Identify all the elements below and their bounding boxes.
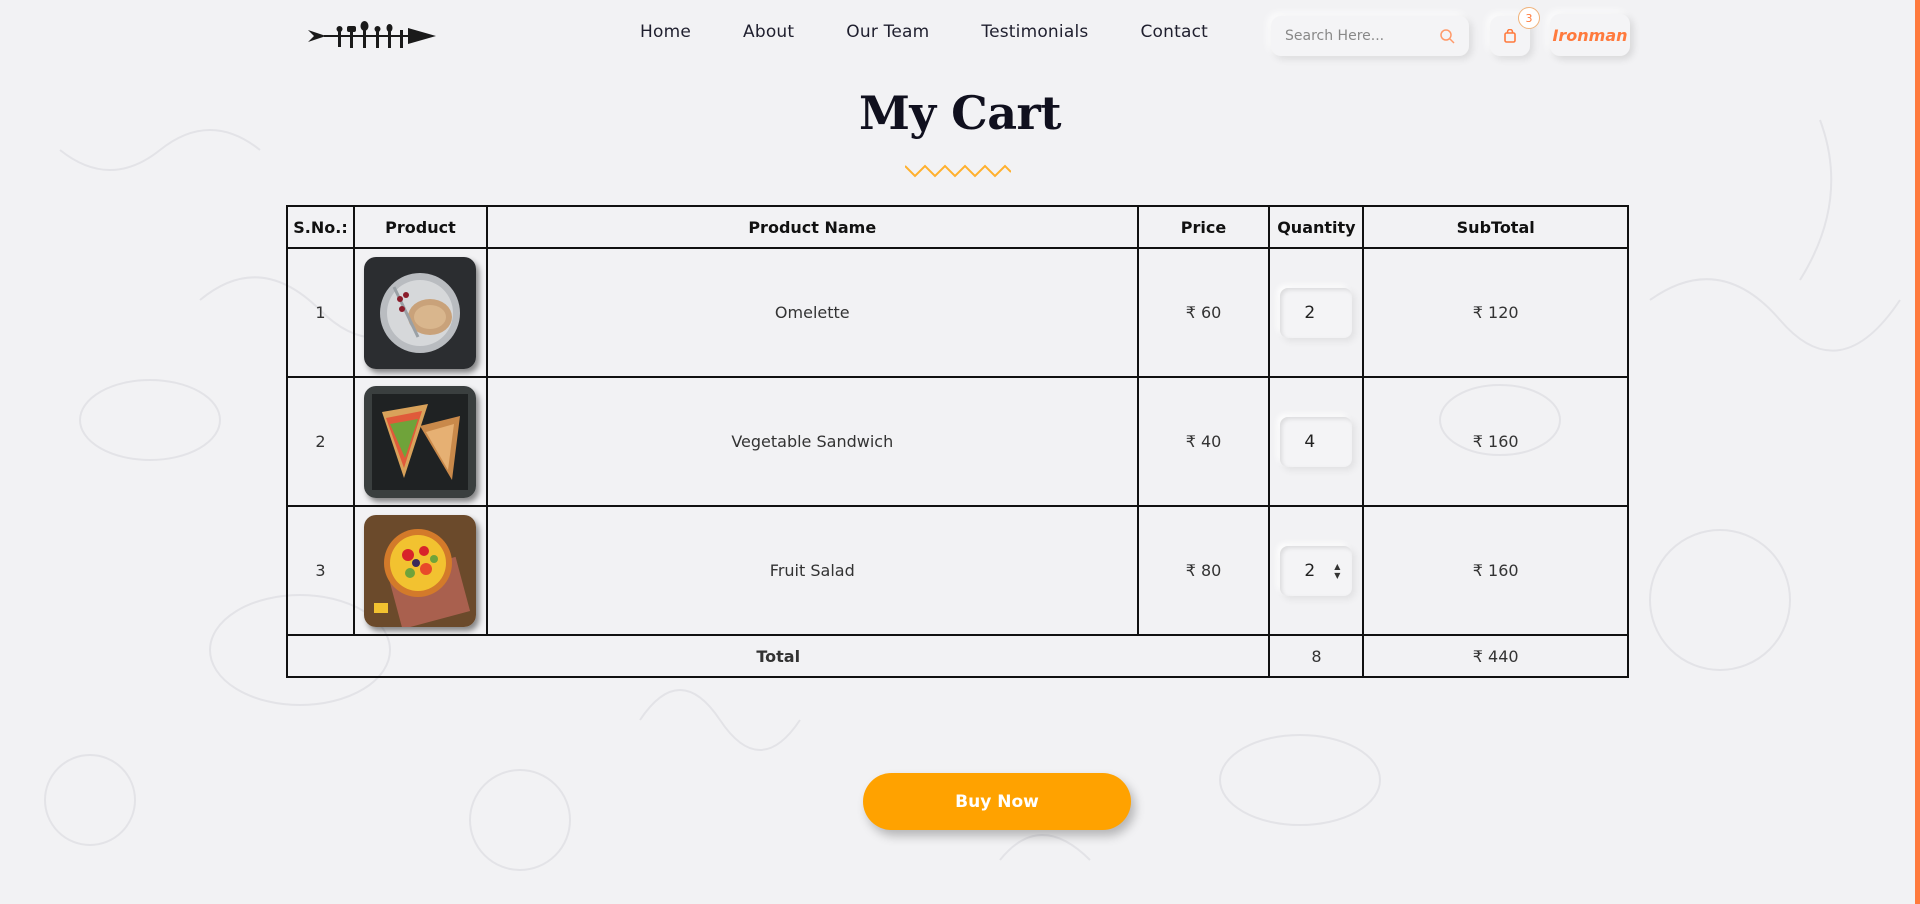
quantity-value: 4 bbox=[1304, 431, 1316, 452]
quantity-value: 2 bbox=[1304, 302, 1316, 323]
header-sno: S.No.: bbox=[286, 205, 355, 249]
total-amount: ₹ 440 bbox=[1362, 634, 1629, 678]
shopping-bag-icon bbox=[1504, 29, 1516, 43]
user-profile-button[interactable]: Ironman bbox=[1550, 14, 1630, 56]
buy-now-button[interactable]: Buy Now bbox=[863, 773, 1131, 830]
logo-cutlery-icon[interactable] bbox=[308, 20, 436, 52]
product-name: Vegetable Sandwich bbox=[485, 376, 1139, 507]
nav-home[interactable]: Home bbox=[640, 22, 691, 42]
row-sno: 1 bbox=[286, 247, 355, 378]
product-image-cell bbox=[352, 247, 488, 378]
omelette-image bbox=[364, 256, 477, 369]
header-subtotal: SubTotal bbox=[1362, 205, 1629, 249]
product-image-cell bbox=[352, 376, 488, 507]
product-price: ₹ 60 bbox=[1136, 247, 1271, 378]
product-image-cell bbox=[352, 505, 488, 636]
quantity-stepper[interactable]: 2 ▲ ▼ bbox=[1280, 545, 1353, 596]
table-header-row: S.No.: Product Product Name Price Quanti… bbox=[286, 205, 1629, 249]
product-subtotal: ₹ 160 bbox=[1362, 376, 1629, 507]
search-box bbox=[1271, 16, 1469, 56]
search-input[interactable] bbox=[1285, 28, 1425, 44]
product-subtotal: ₹ 160 bbox=[1362, 505, 1629, 636]
zigzag-divider bbox=[905, 164, 1011, 178]
table-row: 2 Vegetable Sandwich ₹ 40 4 ₹ 160 bbox=[286, 376, 1629, 507]
nav-testimonials[interactable]: Testimonials bbox=[981, 22, 1088, 42]
cart-table: S.No.: Product Product Name Price Quanti… bbox=[285, 205, 1629, 678]
quantity-value: 2 bbox=[1304, 560, 1316, 581]
nav-contact[interactable]: Contact bbox=[1140, 22, 1208, 42]
quantity-cell: 2 bbox=[1268, 247, 1365, 378]
total-quantity: 8 bbox=[1268, 634, 1365, 678]
quantity-stepper[interactable]: 2 bbox=[1280, 287, 1353, 338]
table-row: 1 Omelette ₹ 60 2 ₹ 120 bbox=[286, 247, 1629, 378]
page-title: My Cart bbox=[858, 86, 1062, 140]
main-nav: Home About Our Team Testimonials Contact bbox=[640, 22, 1260, 42]
nav-our-team[interactable]: Our Team bbox=[846, 22, 929, 42]
quantity-cell: 4 bbox=[1268, 376, 1365, 507]
product-price: ₹ 40 bbox=[1136, 376, 1271, 507]
total-label: Total bbox=[285, 634, 1271, 678]
vegetable-sandwich-image bbox=[364, 385, 477, 498]
site-header: Home About Our Team Testimonials Contact… bbox=[0, 0, 1920, 72]
table-row: 3 Fruit Salad ₹ 80 2 ▲ ▼ ₹ 160 bbox=[286, 505, 1629, 636]
row-sno: 3 bbox=[286, 505, 355, 636]
product-name: Omelette bbox=[485, 247, 1139, 378]
fruit-salad-image bbox=[364, 514, 477, 627]
search-icon[interactable] bbox=[1439, 28, 1455, 44]
row-sno: 2 bbox=[286, 376, 355, 507]
spinner-arrows-icon[interactable]: ▲ ▼ bbox=[1334, 562, 1340, 580]
header-quantity: Quantity bbox=[1268, 205, 1365, 249]
nav-about[interactable]: About bbox=[743, 22, 794, 42]
product-price: ₹ 80 bbox=[1136, 505, 1271, 636]
header-product-name: Product Name bbox=[485, 205, 1139, 249]
header-product: Product bbox=[352, 205, 488, 249]
cart-count-badge: 3 bbox=[1518, 7, 1540, 29]
header-price: Price bbox=[1136, 205, 1271, 249]
total-row: Total 8 ₹ 440 bbox=[285, 634, 1629, 678]
quantity-cell: 2 ▲ ▼ bbox=[1268, 505, 1365, 636]
product-name: Fruit Salad bbox=[485, 505, 1139, 636]
product-subtotal: ₹ 120 bbox=[1362, 247, 1629, 378]
quantity-stepper[interactable]: 4 bbox=[1280, 416, 1353, 467]
